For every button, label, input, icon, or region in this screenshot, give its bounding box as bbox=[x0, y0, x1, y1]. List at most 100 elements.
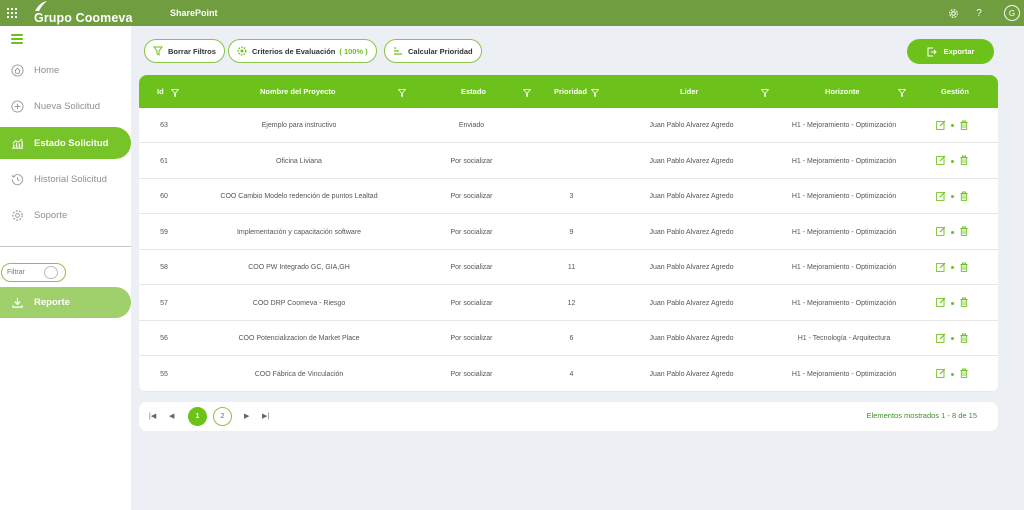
filter-icon[interactable] bbox=[398, 89, 406, 97]
edit-icon[interactable] bbox=[936, 191, 946, 203]
delete-icon[interactable] bbox=[959, 226, 969, 238]
cell-leader: Juan Pablo Alvarez Agredo bbox=[649, 335, 734, 342]
app-launcher-icon[interactable] bbox=[0, 0, 24, 26]
table-row[interactable]: 55 COO Fábrica de Vinculación Por socializ… bbox=[139, 357, 998, 392]
column-name[interactable]: Nombre del Proyecto bbox=[189, 75, 409, 108]
filter-toggle-label: Filtrar bbox=[7, 269, 25, 276]
app-title[interactable]: SharePoint bbox=[170, 8, 218, 18]
table-row[interactable]: 57 COO DRP Coomeva - Riesgo Por socializar… bbox=[139, 286, 998, 321]
sidebar-item-label: Historial Solicitud bbox=[34, 173, 107, 185]
first-page-icon[interactable]: |◀ bbox=[149, 412, 156, 420]
table-row[interactable]: 60 COO Cambio Modelo redención de puntos … bbox=[139, 179, 998, 214]
cell-horizon: H1 - Tecnología - Arquitectura bbox=[797, 335, 891, 342]
column-priority[interactable]: Prioridad bbox=[534, 75, 609, 108]
column-status[interactable]: Estado bbox=[409, 75, 534, 108]
edit-icon[interactable] bbox=[936, 368, 946, 380]
clear-filters-button[interactable]: Borrar Filtros bbox=[144, 39, 225, 63]
column-label: Prioridad bbox=[554, 87, 587, 96]
help-icon[interactable]: ? bbox=[972, 6, 986, 20]
filter-icon[interactable] bbox=[761, 89, 769, 97]
cell-name: COO Cambio Modelo redención de puntos Le… bbox=[220, 193, 378, 200]
cell-leader: Juan Pablo Alvarez Agredo bbox=[649, 264, 734, 271]
cell-horizon: H1 - Mejoramiento - Optimización bbox=[791, 228, 897, 236]
sidebar-item-estado-solicitud[interactable]: Estado Solicitud bbox=[0, 127, 131, 159]
edit-icon[interactable] bbox=[936, 297, 946, 309]
cell-priority bbox=[534, 144, 609, 179]
cell-status: Por socializar bbox=[450, 299, 493, 307]
table-row[interactable]: 59 Implementación y capacitación software… bbox=[139, 215, 998, 250]
filter-icon[interactable] bbox=[523, 89, 531, 97]
filter-icon[interactable] bbox=[898, 89, 906, 97]
edit-icon[interactable] bbox=[936, 120, 946, 132]
cell-status: Por socializar bbox=[450, 335, 493, 342]
separator-dot bbox=[951, 266, 954, 269]
delete-icon[interactable] bbox=[959, 262, 969, 274]
row-actions bbox=[936, 108, 969, 143]
cell-priority bbox=[534, 108, 609, 143]
cell-status: Enviado bbox=[458, 122, 485, 129]
prev-page-icon[interactable]: ◀ bbox=[169, 412, 174, 420]
cell-name: Ejemplo para instructivo bbox=[261, 122, 337, 129]
table-row[interactable]: 63 Ejemplo para instructivo Enviado Juan Pa… bbox=[139, 108, 998, 143]
delete-icon[interactable] bbox=[959, 333, 969, 345]
delete-icon[interactable] bbox=[959, 155, 969, 167]
edit-icon[interactable] bbox=[936, 226, 946, 238]
brand-logo[interactable]: Grupo Coomeva bbox=[34, 0, 152, 26]
edit-icon[interactable] bbox=[936, 333, 946, 345]
sidebar-item-historial-solicitud[interactable]: Historial Solicitud bbox=[0, 163, 131, 195]
cell-priority: 6 bbox=[569, 335, 574, 342]
table-row[interactable]: 61 Oficina Liviana Por socializar Juan Pabl… bbox=[139, 144, 998, 179]
toggle-knob bbox=[44, 266, 58, 279]
top-bar: Grupo Coomeva SharePoint ? G bbox=[0, 0, 1024, 26]
calculate-priority-button[interactable]: Calcular Prioridad bbox=[384, 39, 482, 63]
avatar[interactable]: G bbox=[1004, 5, 1020, 21]
last-page-icon[interactable]: ▶| bbox=[262, 412, 269, 420]
cell-id: 55 bbox=[160, 370, 168, 378]
filter-clear-icon bbox=[153, 46, 163, 56]
pagination-info: Elementos mostrados 1 - 8 de 15 bbox=[866, 411, 977, 420]
settings-icon[interactable] bbox=[946, 6, 960, 20]
export-button[interactable]: Exportar bbox=[907, 39, 994, 64]
criteria-percent: ( 100% ) bbox=[339, 46, 368, 56]
delete-icon[interactable] bbox=[959, 120, 969, 132]
row-actions bbox=[936, 144, 969, 179]
menu-icon[interactable] bbox=[11, 34, 23, 44]
column-leader[interactable]: Lider bbox=[609, 75, 774, 108]
sidebar-item-home[interactable]: Home bbox=[0, 54, 131, 86]
edit-icon[interactable] bbox=[936, 262, 946, 274]
sidebar-item-label: Nueva Solicitud bbox=[34, 100, 101, 112]
report-button[interactable]: Reporte bbox=[0, 287, 131, 318]
cell-leader: Juan Pablo Alvarez Agredo bbox=[649, 228, 734, 236]
delete-icon[interactable] bbox=[959, 191, 969, 203]
chart-icon bbox=[11, 138, 24, 149]
next-page-icon[interactable]: ▶ bbox=[244, 412, 249, 420]
delete-icon[interactable] bbox=[959, 368, 969, 380]
edit-icon[interactable] bbox=[936, 155, 946, 167]
table-row[interactable]: 56 COO Potencializacion de Market Place Po… bbox=[139, 321, 998, 356]
cell-status: Por socializar bbox=[450, 264, 493, 271]
cell-id: 63 bbox=[160, 122, 168, 129]
separator-dot bbox=[951, 159, 954, 163]
sidebar-item-nueva-solicitud[interactable]: Nueva Solicitud bbox=[0, 90, 131, 122]
page-1-button[interactable]: 1 bbox=[188, 407, 207, 426]
separator-dot bbox=[951, 372, 954, 376]
page-2-button[interactable]: 2 bbox=[213, 407, 232, 426]
cell-horizon: H1 - Mejoramiento - Optimización bbox=[791, 264, 897, 271]
column-id[interactable]: Id bbox=[139, 75, 189, 108]
criteria-button[interactable]: Criterios de Evaluación ( 100% ) bbox=[228, 39, 377, 63]
table-row[interactable]: 58 COO PW Integrado GC, GIA,GH Por sociali… bbox=[139, 250, 998, 285]
filter-toggle[interactable]: Filtrar bbox=[1, 263, 66, 282]
sidebar-item-soporte[interactable]: Soporte bbox=[0, 199, 131, 231]
filter-icon[interactable] bbox=[171, 89, 179, 97]
filter-icon[interactable] bbox=[591, 89, 599, 97]
brand-name: Grupo Coomeva bbox=[34, 11, 133, 25]
cell-status: Por socializar bbox=[450, 193, 493, 200]
history-icon bbox=[11, 173, 24, 185]
home-icon bbox=[11, 63, 24, 77]
separator-dot bbox=[951, 230, 954, 234]
column-horizon[interactable]: Horizonte bbox=[774, 75, 914, 108]
column-label: Horizonte bbox=[825, 87, 860, 96]
delete-icon[interactable] bbox=[959, 297, 969, 309]
coomeva-logo-icon bbox=[35, 1, 47, 11]
report-button-label: Reporte bbox=[34, 297, 70, 308]
